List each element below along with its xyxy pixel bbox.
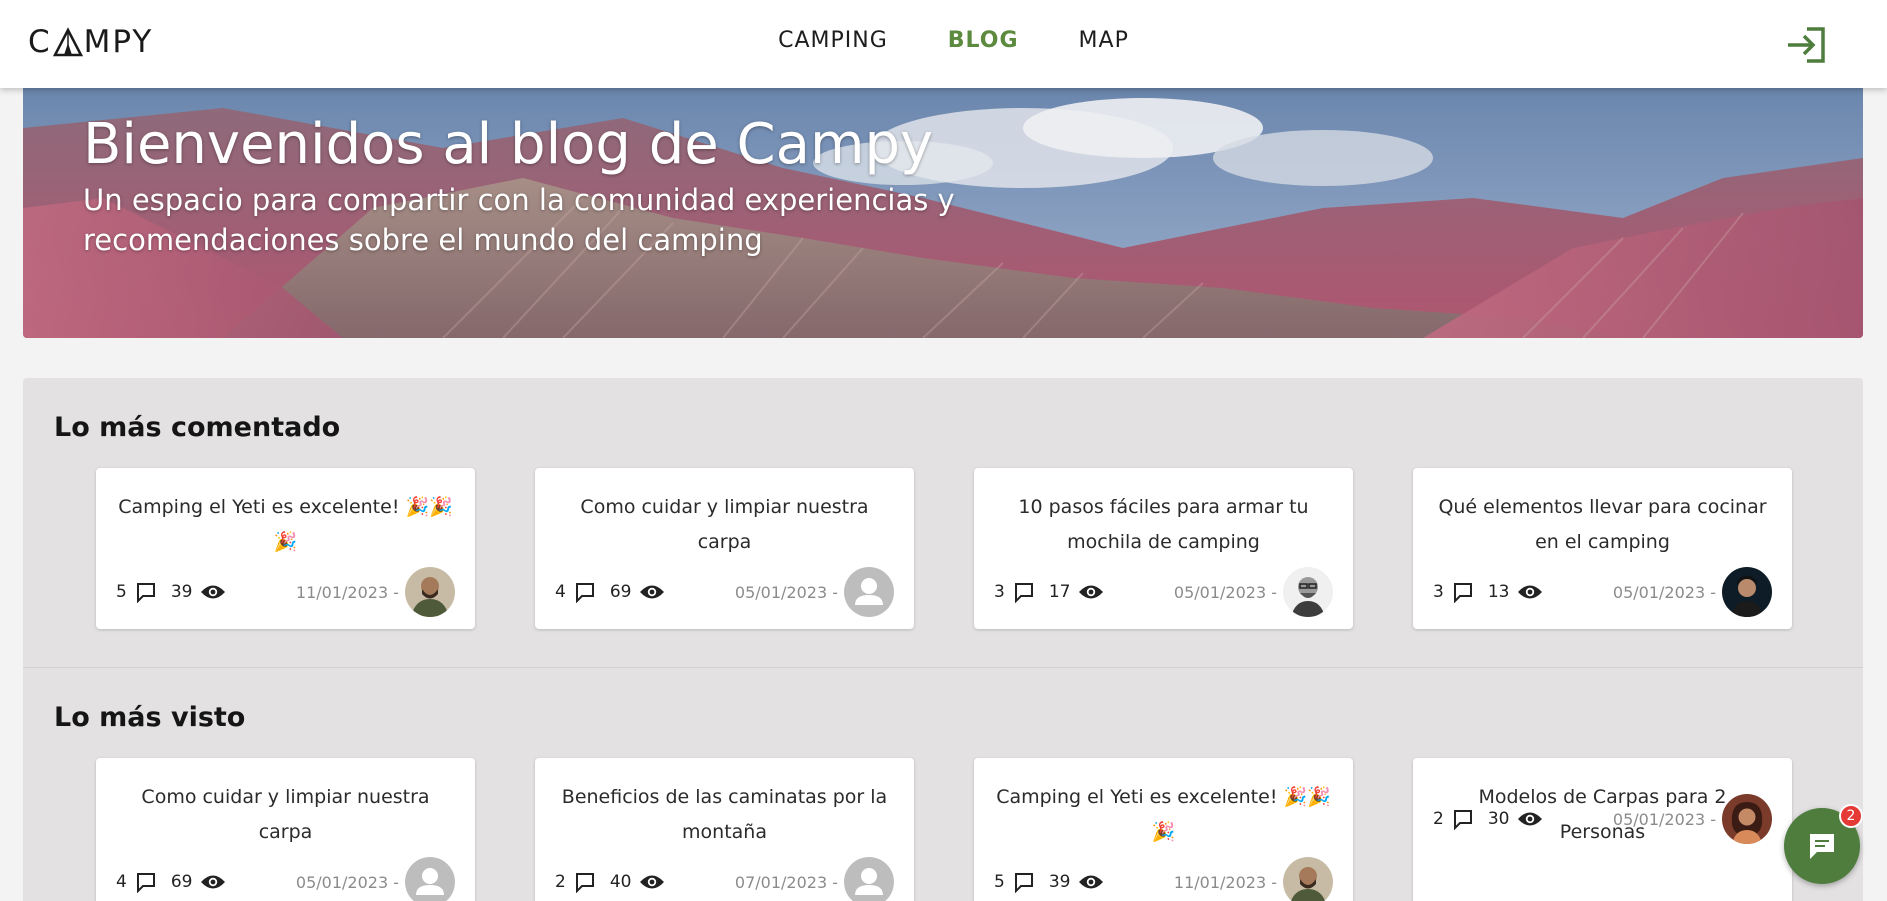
author-avatar[interactable] [1722,567,1772,617]
chat-notification-badge: 2 [1839,804,1863,828]
default-avatar-icon[interactable] [844,567,894,617]
post-meta: 4 69 05/01/2023 - [555,567,894,617]
eye-icon [1518,585,1543,599]
eye-icon [1518,812,1543,826]
hero-title: Bienvenidos al blog de Campy [83,112,934,177]
default-avatar-icon[interactable] [844,857,894,901]
post-meta: 5 39 11/01/2023 - [994,857,1333,901]
post-card[interactable]: Camping el Yeti es excelente! 🎉🎉🎉 5 39 1… [974,758,1353,901]
comment-icon [136,873,155,893]
post-date: 05/01/2023 - [1612,809,1716,829]
post-title[interactable]: Qué elementos llevar para cocinar en el … [1433,490,1772,560]
hero-banner: Bienvenidos al blog de Campy Un espacio … [23,88,1863,338]
post-title[interactable]: Como cuidar y limpiar nuestra carpa [555,490,894,560]
author-avatar[interactable] [1283,857,1333,901]
post-card[interactable]: Qué elementos llevar para cocinar en el … [1413,468,1792,629]
post-meta: 3 17 05/01/2023 - [994,567,1333,617]
comment-icon [1453,583,1472,603]
view-count: 39 [171,582,227,602]
view-count: 39 [1049,872,1105,892]
eye-icon [640,585,665,599]
post-title[interactable]: 10 pasos fáciles para armar tu mochila d… [994,490,1333,560]
post-title[interactable]: Como cuidar y limpiar nuestra carpa [116,780,455,850]
post-date: 05/01/2023 - [734,582,838,602]
comment-count: 3 [1433,581,1474,603]
post-date: 11/01/2023 - [1173,872,1277,892]
comment-icon [575,873,594,893]
blog-panel: Lo más comentado Camping el Yeti es exce… [23,378,1863,901]
top-navbar: C MPY CAMPING BLOG MAP [0,0,1887,88]
post-date: 05/01/2023 - [1173,582,1277,602]
post-card[interactable]: Beneficios de las caminatas por la monta… [535,758,914,901]
comment-count: 2 [1433,808,1474,830]
view-count: 40 [610,872,666,892]
comment-count: 5 [116,581,157,603]
view-count: 30 [1488,809,1544,829]
post-card[interactable]: 10 pasos fáciles para armar tu mochila d… [974,468,1353,629]
eye-icon [201,875,226,889]
section-most-commented: Lo más comentado Camping el Yeti es exce… [23,378,1863,668]
comment-count: 5 [994,871,1035,893]
author-avatar[interactable] [405,567,455,617]
nav-map[interactable]: MAP [1079,28,1129,53]
post-meta: 2 40 07/01/2023 - [555,857,894,901]
post-title[interactable]: Beneficios de las caminatas por la monta… [555,780,894,850]
chat-icon [1810,834,1834,859]
post-date: 11/01/2023 - [295,582,399,602]
post-card[interactable]: Modelos de Carpas para 2 Personas 2 30 0… [1413,758,1792,901]
author-avatar[interactable] [1722,794,1772,844]
post-date: 05/01/2023 - [1612,582,1716,602]
default-avatar-icon[interactable] [405,857,455,901]
comment-icon [1014,873,1033,893]
hero-subtitle: Un espacio para compartir con la comunid… [83,183,955,257]
comment-count: 4 [116,871,157,893]
comment-icon [1453,810,1472,830]
view-count: 69 [610,582,666,602]
view-count: 17 [1049,582,1105,602]
eye-icon [640,875,665,889]
main-nav: CAMPING BLOG MAP [0,28,1887,53]
post-date: 07/01/2023 - [734,872,838,892]
post-title[interactable]: Camping el Yeti es excelente! 🎉🎉🎉 [994,780,1333,850]
comment-count: 3 [994,581,1035,603]
login-icon[interactable] [1785,26,1827,64]
view-count: 13 [1488,582,1544,602]
card-list: Camping el Yeti es excelente! 🎉🎉🎉 5 39 1… [96,468,1792,629]
post-meta: 3 13 05/01/2023 - [1433,567,1772,617]
nav-blog[interactable]: BLOG [948,28,1019,53]
card-list: Como cuidar y limpiar nuestra carpa 4 69… [96,758,1792,901]
section-most-viewed: Lo más visto Como cuidar y limpiar nuest… [23,668,1863,901]
post-date: 05/01/2023 - [295,872,399,892]
nav-camping[interactable]: CAMPING [778,28,888,53]
eye-icon [1079,875,1104,889]
post-meta: 2 30 05/01/2023 - [1433,794,1772,844]
post-card[interactable]: Como cuidar y limpiar nuestra carpa 4 69… [535,468,914,629]
post-card[interactable]: Como cuidar y limpiar nuestra carpa 4 69… [96,758,475,901]
post-title[interactable]: Camping el Yeti es excelente! 🎉🎉🎉 [116,490,455,560]
comment-icon [1014,583,1033,603]
eye-icon [201,585,226,599]
post-card[interactable]: Camping el Yeti es excelente! 🎉🎉🎉 5 39 1… [96,468,475,629]
comment-count: 4 [555,581,596,603]
view-count: 69 [171,872,227,892]
eye-icon [1079,585,1104,599]
post-meta: 4 69 05/01/2023 - [116,857,455,901]
section-title: Lo más comentado [54,412,341,443]
author-avatar[interactable] [1283,567,1333,617]
comment-icon [136,583,155,603]
post-meta: 5 39 11/01/2023 - [116,567,455,617]
comment-count: 2 [555,871,596,893]
comment-icon [575,583,594,603]
section-title: Lo más visto [54,702,246,733]
